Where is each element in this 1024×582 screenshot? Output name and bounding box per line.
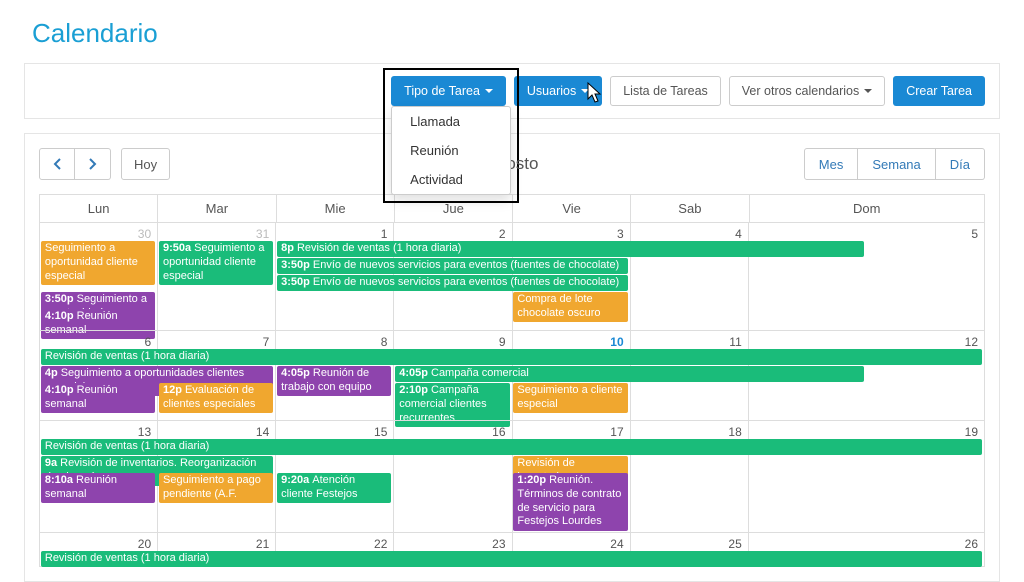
- event-time: 3:50p: [281, 276, 310, 288]
- next-button[interactable]: [75, 148, 111, 180]
- caret-down-icon: [485, 89, 493, 93]
- event-time: 4:05p: [399, 367, 428, 379]
- dow-cell: Dom: [749, 195, 985, 222]
- event-time: 9:20a: [281, 474, 309, 486]
- view-day[interactable]: Día: [936, 148, 985, 180]
- calendar-event[interactable]: Seguimiento a oportunidad cliente especi…: [41, 241, 155, 285]
- calendar-event[interactable]: 1:20pReunión. Términos de contrato de se…: [513, 473, 627, 531]
- day-cell[interactable]: 16: [393, 421, 511, 532]
- ver-otros-button[interactable]: Ver otros calendarios: [729, 76, 885, 106]
- event-time: 4:10p: [45, 310, 74, 322]
- dow-row: LunMarMieJueVieSabDom: [39, 195, 984, 222]
- calendar-grid: LunMarMieJueVieSabDom 303112345Seguimien…: [39, 194, 985, 567]
- prev-button[interactable]: [39, 148, 75, 180]
- tipo-tarea-label: Tipo de Tarea: [404, 84, 480, 98]
- calendar-event[interactable]: 3:50pEnvío de nuevos servicios para even…: [277, 258, 628, 274]
- dow-cell: Vie: [512, 195, 630, 222]
- calendar-event[interactable]: Seguimiento a pago pendiente (A.F. Lourd…: [159, 473, 273, 503]
- view-month[interactable]: Mes: [804, 148, 859, 180]
- event-title: Envío de nuevos servicios para eventos (…: [313, 259, 619, 271]
- event-time: 3:50p: [281, 259, 310, 271]
- calendar-event[interactable]: 8:10aReunión semanal: [41, 473, 155, 503]
- dow-cell: Jue: [394, 195, 512, 222]
- usuarios-button[interactable]: Usuarios: [514, 76, 602, 106]
- week-row: 13141516171819Revisión de ventas (1 hora…: [39, 420, 984, 532]
- week-row: 20212223242526Revisión de ventas (1 hora…: [39, 532, 984, 566]
- chevron-left-icon: [53, 158, 61, 170]
- calendar-event[interactable]: Compra de lote chocolate oscuro: [513, 292, 627, 322]
- event-time: 4p: [45, 367, 58, 379]
- dropdown-item[interactable]: Actividad: [392, 165, 510, 194]
- day-cell[interactable]: 4: [630, 223, 748, 330]
- calendar-event[interactable]: 9:50aSeguimiento a oportunidad cliente e…: [159, 241, 273, 285]
- ver-otros-label: Ver otros calendarios: [742, 84, 859, 98]
- event-title: Campaña comercial: [431, 367, 529, 379]
- dropdown-item[interactable]: Reunión: [392, 136, 510, 165]
- event-time: 1:20p: [517, 474, 546, 486]
- caret-down-icon: [864, 89, 872, 93]
- calendar-event[interactable]: 9:20aAtención cliente Festejos Lourdes: [277, 473, 391, 503]
- calendar-event[interactable]: 12pEvaluación de clientes especiales: [159, 383, 273, 413]
- event-title: Compra de lote chocolate oscuro: [517, 293, 600, 319]
- lista-tareas-button[interactable]: Lista de Tareas: [610, 76, 721, 106]
- tipo-tarea-button[interactable]: Tipo de Tarea: [391, 76, 506, 106]
- event-title: Revisión de ventas (1 hora diaria): [45, 440, 209, 452]
- view-group: Mes Semana Día: [804, 148, 985, 180]
- event-title: Envío de nuevos servicios para eventos (…: [313, 276, 619, 288]
- event-time: 8:10a: [45, 474, 73, 486]
- toolbar-row: Tipo de Tarea Usuarios Lista de Tareas V…: [25, 64, 999, 118]
- dow-cell: Mie: [276, 195, 394, 222]
- event-title: Revisión de ventas (1 hora diaria): [45, 350, 209, 362]
- calendar-event[interactable]: 4:05pReunión de trabajo con equipo: [277, 366, 391, 396]
- dow-cell: Sab: [630, 195, 748, 222]
- event-title: Revisión de ventas (1 hora diaria): [45, 552, 209, 564]
- event-time: 12p: [163, 384, 182, 396]
- calendar-event[interactable]: Revisión de ventas (1 hora diaria): [41, 349, 982, 365]
- event-time: 8p: [281, 242, 294, 254]
- nav-arrows: [39, 148, 111, 180]
- calendar-event[interactable]: 4:05pCampaña comercial: [395, 366, 864, 382]
- event-time: 3:50p: [45, 293, 74, 305]
- caret-down-icon: [581, 89, 589, 93]
- dow-cell: Mar: [157, 195, 275, 222]
- event-time: 2:10p: [399, 384, 428, 396]
- event-title: Seguimiento a oportunidad cliente especi…: [45, 242, 138, 282]
- event-time: 9:50a: [163, 242, 191, 254]
- crear-tarea-button[interactable]: Crear Tarea: [893, 76, 985, 106]
- calendar-nav-row: Hoy Agosto Mes Semana Día: [39, 148, 985, 180]
- page-title: Calendario: [0, 0, 1024, 63]
- tipo-tarea-dropdown: LlamadaReuniónActividad: [391, 106, 511, 195]
- usuarios-label: Usuarios: [527, 84, 576, 98]
- toolbar-card: Tipo de Tarea Usuarios Lista de Tareas V…: [24, 63, 1000, 119]
- event-title: Seguimiento a cliente especial: [517, 384, 622, 410]
- event-title: Revisión de ventas (1 hora diaria): [297, 242, 461, 254]
- calendar-card: Hoy Agosto Mes Semana Día LunMarMieJueVi…: [24, 133, 1000, 582]
- dropdown-item[interactable]: Llamada: [392, 107, 510, 136]
- calendar-event[interactable]: 4:10pReunión semanal: [41, 383, 155, 413]
- event-time: 4:05p: [281, 367, 310, 379]
- dow-cell: Lun: [39, 195, 157, 222]
- calendar-event[interactable]: Revisión de ventas (1 hora diaria): [41, 551, 982, 567]
- view-week[interactable]: Semana: [858, 148, 935, 180]
- today-button[interactable]: Hoy: [121, 148, 170, 180]
- event-time: 4:10p: [45, 384, 74, 396]
- week-row: 6789101112Revisión de ventas (1 hora dia…: [39, 330, 984, 420]
- chevron-right-icon: [89, 158, 97, 170]
- weeks-host: 303112345Seguimiento a oportunidad clien…: [39, 222, 984, 566]
- day-cell[interactable]: 18: [630, 421, 748, 532]
- day-cell[interactable]: 19: [748, 421, 984, 532]
- calendar-event[interactable]: 8pRevisión de ventas (1 hora diaria): [277, 241, 864, 257]
- week-row: 303112345Seguimiento a oportunidad clien…: [39, 222, 984, 330]
- event-time: 9a: [45, 457, 57, 469]
- day-cell[interactable]: 5: [748, 223, 984, 330]
- calendar-event[interactable]: Seguimiento a cliente especial: [513, 383, 627, 413]
- calendar-event[interactable]: 3:50pEnvío de nuevos servicios para even…: [277, 275, 628, 291]
- event-title: Seguimiento a pago pendiente (A.F. Lourd…: [163, 474, 261, 503]
- calendar-event[interactable]: Revisión de ventas (1 hora diaria): [41, 439, 982, 455]
